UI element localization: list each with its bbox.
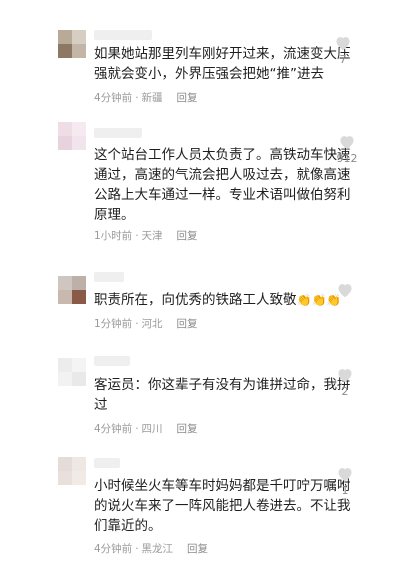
like-button[interactable] <box>325 282 365 300</box>
like-count: 2 <box>341 385 349 398</box>
avatar[interactable] <box>58 30 86 58</box>
like-button[interactable]: 7 <box>323 35 363 66</box>
comment-location: 河北 <box>141 318 163 330</box>
like-button[interactable]: 912 <box>327 134 367 165</box>
comment-meta: 1小时前 · 天津 回复 <box>94 230 198 242</box>
comment-text: 职责所在，向优秀的铁路工人致敬👏👏👏 <box>94 292 342 308</box>
like-count: 912 <box>336 152 358 165</box>
reply-button[interactable]: 回复 <box>177 423 198 435</box>
username-blurred[interactable] <box>94 128 142 138</box>
avatar[interactable] <box>58 276 86 304</box>
comment-location: 四川 <box>141 423 163 435</box>
heart-icon <box>338 284 352 298</box>
heart-icon <box>338 468 352 482</box>
comment-meta: 4分钟前 · 黑龙江 回复 <box>94 543 209 555</box>
username-blurred[interactable] <box>94 272 124 282</box>
comment-text: 客运员：你这辈子有没有为谁拼过命，我拼 过 <box>94 377 351 413</box>
avatar[interactable] <box>58 457 86 485</box>
username-blurred[interactable] <box>94 356 130 366</box>
comment-meta: 4分钟前 · 新疆 回复 <box>94 92 198 104</box>
reply-button[interactable]: 回复 <box>177 92 198 104</box>
comment-meta: 4分钟前 · 四川 回复 <box>94 423 198 435</box>
heart-icon <box>340 136 354 150</box>
comment-location: 黑龙江 <box>141 543 174 555</box>
comment-text: 小时候坐火车等车时妈妈都是千叮咛万嘱咐 的说火车来了一阵风能把人卷进去。不让我 … <box>94 478 351 534</box>
comment-time: 1小时前 <box>94 230 133 242</box>
username-blurred[interactable] <box>94 30 152 40</box>
avatar[interactable] <box>58 358 86 386</box>
heart-icon <box>336 37 350 51</box>
reply-button[interactable]: 回复 <box>187 543 208 555</box>
comment-meta: 1分钟前 · 河北 回复 <box>94 318 198 330</box>
reply-button[interactable]: 回复 <box>177 318 198 330</box>
comment-location: 新疆 <box>141 92 163 104</box>
reply-button[interactable]: 回复 <box>177 230 198 242</box>
avatar[interactable] <box>58 122 86 150</box>
like-count: 1 <box>341 484 349 497</box>
like-button[interactable]: 1 <box>325 466 365 497</box>
comment-time: 4分钟前 <box>94 92 133 104</box>
comment-location: 天津 <box>141 230 163 242</box>
comment-text: 如果她站那里列车刚好开过来，流速变大压 强就会变小，外界压强会把她“推”进去 <box>94 46 351 82</box>
comment-time: 1分钟前 <box>94 318 133 330</box>
username-blurred[interactable] <box>94 458 120 468</box>
like-count: 7 <box>339 53 347 66</box>
comment-text: 这个站台工作人员太负责了。高铁动车快速 通过，高速的气流会把人吸过去，就像高速 … <box>94 147 351 223</box>
comment-time: 4分钟前 <box>94 543 133 555</box>
like-button[interactable]: 2 <box>325 367 365 398</box>
heart-icon <box>338 369 352 383</box>
comment-time: 4分钟前 <box>94 423 133 435</box>
